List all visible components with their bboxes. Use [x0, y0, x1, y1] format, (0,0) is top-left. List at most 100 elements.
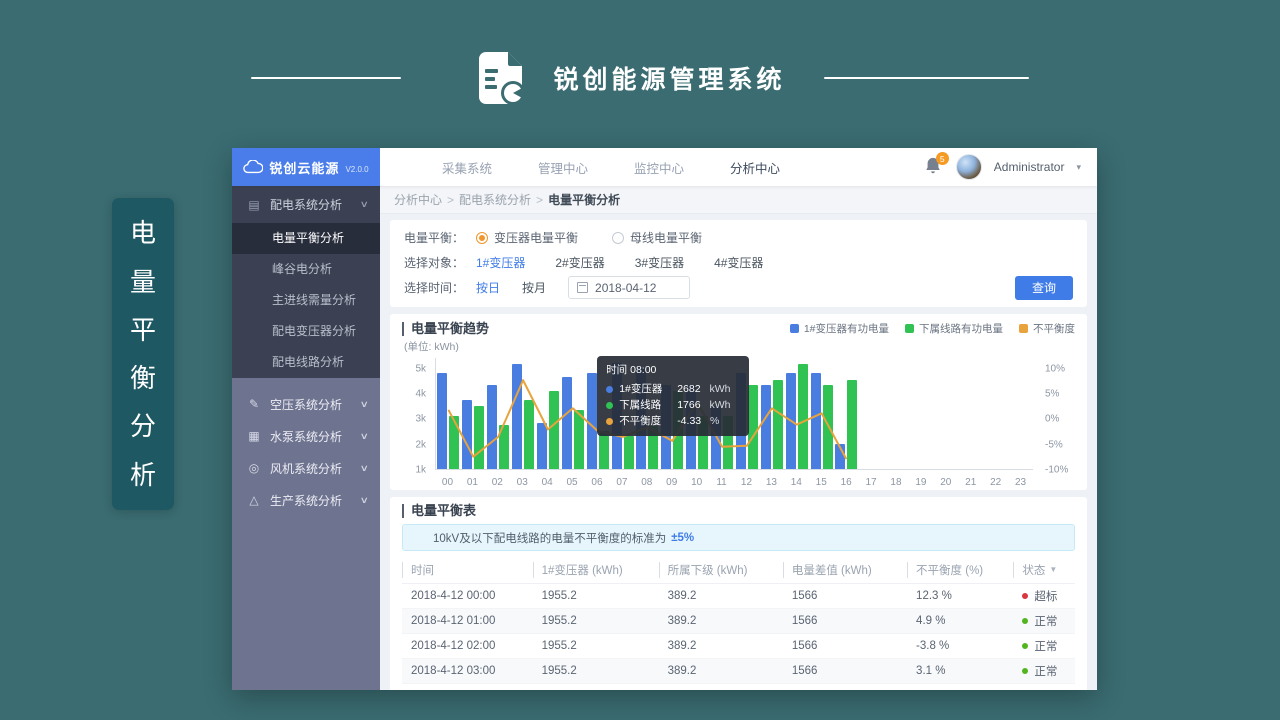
- status-badge: 正常: [1034, 641, 1057, 653]
- side-label-char: 析: [130, 462, 156, 488]
- tooltip-value: 1766: [677, 397, 700, 413]
- sidebar-group-2[interactable]: ▦水泵系统分析∨: [232, 420, 380, 452]
- legend-item-2[interactable]: 不平衡度: [1019, 321, 1075, 336]
- bar-group-13: [759, 358, 784, 469]
- legend-item-1[interactable]: 下属线路有功电量: [905, 321, 1003, 336]
- sidebar-item-0-2[interactable]: 主进线需量分析: [232, 285, 380, 316]
- status-cell: 超标: [1013, 583, 1075, 608]
- bar-feeder: [524, 400, 534, 469]
- side-label-char: 量: [130, 269, 156, 295]
- bar-transformer: [512, 364, 522, 469]
- chart-legend: 1#变压器有功电量 下属线路有功电量 不平衡度: [790, 321, 1075, 336]
- legend-swatch: [790, 324, 799, 333]
- breadcrumb-item-0[interactable]: 分析中心: [394, 191, 442, 208]
- standard-note: 10kV及以下配电线路的电量不平衡度的标准为 ±5%: [402, 524, 1075, 551]
- sidebar-item-0-4[interactable]: 配电线路分析: [232, 347, 380, 378]
- date-input[interactable]: 2018-04-12: [568, 276, 690, 299]
- table-col-5[interactable]: 状态▼: [1013, 557, 1075, 583]
- tooltip-series-dot: [606, 386, 613, 393]
- y-axis-left: 5k4k3k2k1k: [402, 356, 430, 470]
- legend-label: 下属线路有功电量: [919, 321, 1003, 336]
- breadcrumb-item-1[interactable]: 配电系统分析: [459, 191, 531, 208]
- top-nav-item-2[interactable]: 监控中心: [634, 158, 684, 177]
- chevron-down-icon: ∨: [360, 463, 369, 474]
- top-nav-item-3[interactable]: 分析中心: [730, 158, 780, 177]
- tooltip-label: 下属线路: [619, 397, 671, 413]
- balance-radio-0[interactable]: 变压器电量平衡: [476, 229, 578, 246]
- table-row: 2018-4-12 04:001955.2389.215666.6 %超标: [402, 683, 1075, 690]
- object-link-1[interactable]: 2#变压器: [555, 256, 604, 270]
- x-tick: 14: [791, 477, 802, 488]
- tooltip-value: -4.33: [677, 413, 701, 429]
- sidebar-group-label: 水泵系统分析: [270, 428, 342, 445]
- bar-group-01: [461, 358, 486, 469]
- table-cell-0: 2018-4-12 04:00: [402, 683, 533, 690]
- x-tick: 11: [716, 477, 726, 488]
- y-left-tick: 3k: [415, 414, 426, 425]
- top-nav-item-0[interactable]: 采集系统: [442, 158, 492, 177]
- top-nav: 采集系统 管理中心 监控中心 分析中心: [442, 158, 780, 177]
- bar-feeder: [823, 385, 833, 469]
- bar-feeder: [549, 391, 559, 469]
- bar-transformer: [811, 373, 821, 469]
- bar-transformer: [562, 377, 572, 470]
- bar-feeder: [624, 436, 634, 469]
- bar-feeder: [599, 431, 609, 469]
- user-name[interactable]: Administrator: [994, 160, 1065, 174]
- table-cell-0: 2018-4-12 03:00: [402, 658, 533, 683]
- side-label-char: 电: [130, 220, 156, 246]
- table-col-label: 不平衡度 (%): [907, 562, 983, 578]
- radio-icon: [612, 232, 624, 244]
- y-right-tick: 10%: [1045, 363, 1065, 374]
- sidebar-group-3[interactable]: ◎风机系统分析∨: [232, 452, 380, 484]
- bar-transformer: [761, 385, 771, 469]
- user-avatar[interactable]: [956, 154, 982, 180]
- sort-icon: ▼: [1049, 565, 1057, 574]
- sidebar-group-0[interactable]: ▤配电系统分析∨: [232, 186, 380, 223]
- balance-radio-1[interactable]: 母线电量平衡: [612, 229, 702, 246]
- x-tick: 08: [641, 477, 652, 488]
- sidebar-item-0-0[interactable]: 电量平衡分析: [232, 223, 380, 254]
- object-link-2[interactable]: 3#变压器: [635, 256, 684, 270]
- bar-feeder: [449, 416, 459, 469]
- side-label-char: 衡: [130, 365, 156, 391]
- sidebar-group-1[interactable]: ✎空压系统分析∨: [232, 388, 380, 420]
- bar-transformer: [835, 444, 845, 469]
- table-cell-4: 6.6 %: [907, 683, 1013, 690]
- status-cell: 正常: [1013, 608, 1075, 633]
- top-nav-item-1[interactable]: 管理中心: [538, 158, 588, 177]
- tooltip-value: 2682: [677, 381, 700, 397]
- trend-plot[interactable]: 时间 08:00 1#变压器2682 kWh下属线路1766 kWh不平衡度-4…: [435, 358, 1033, 470]
- object-link-3[interactable]: 4#变压器: [714, 256, 763, 270]
- table-cell-3: 1566: [783, 608, 907, 633]
- tooltip-unit: kWh: [707, 381, 731, 397]
- notification-bell-icon[interactable]: 5: [924, 156, 944, 178]
- query-button[interactable]: 查询: [1015, 276, 1073, 300]
- status-badge: 正常: [1034, 666, 1057, 678]
- table-col-label: 1#变压器 (kWh): [533, 562, 623, 578]
- table-row: 2018-4-12 02:001955.2389.21566-3.8 %正常: [402, 633, 1075, 658]
- x-tick: 15: [816, 477, 827, 488]
- status-cell: 超标: [1013, 683, 1075, 690]
- sidebar-item-0-1[interactable]: 峰谷电分析: [232, 254, 380, 285]
- app-topbar: 锐创云能源 V2.0.0 采集系统管理中心监控中心分析中心 5 Administ…: [232, 148, 1097, 186]
- time-mode-0[interactable]: 按日: [476, 281, 500, 295]
- y-left-tick: 5k: [415, 363, 426, 374]
- y-left-tick: 2k: [415, 439, 426, 450]
- object-link-0[interactable]: 1#变压器: [476, 256, 525, 270]
- legend-item-0[interactable]: 1#变压器有功电量: [790, 321, 889, 336]
- trend-chart: 5k4k3k2k1k 时间 08:00 1#变压器2682 kWh下属线路176…: [402, 356, 1075, 488]
- notification-badge: 5: [936, 152, 949, 165]
- tooltip-unit: %: [707, 413, 719, 429]
- tooltip-row-2: 不平衡度-4.33 %: [606, 413, 740, 429]
- sidebar-group-4[interactable]: △生产系统分析∨: [232, 484, 380, 516]
- table-cell-3: 1566: [783, 658, 907, 683]
- sidebar-group-label: 空压系统分析: [270, 396, 342, 413]
- bar-transformer: [487, 385, 497, 469]
- balance-table-panel: 电量平衡表 10kV及以下配电线路的电量不平衡度的标准为 ±5% 时间1#变压器…: [390, 497, 1087, 690]
- main-content: 分析中心>配电系统分析>电量平衡分析 电量平衡： 变压器电量平衡母线电量平衡 选…: [380, 186, 1097, 690]
- tooltip-series-dot: [606, 402, 613, 409]
- sidebar-item-0-3[interactable]: 配电变压器分析: [232, 316, 380, 347]
- time-mode-1[interactable]: 按月: [522, 281, 546, 295]
- x-tick: 09: [666, 477, 677, 488]
